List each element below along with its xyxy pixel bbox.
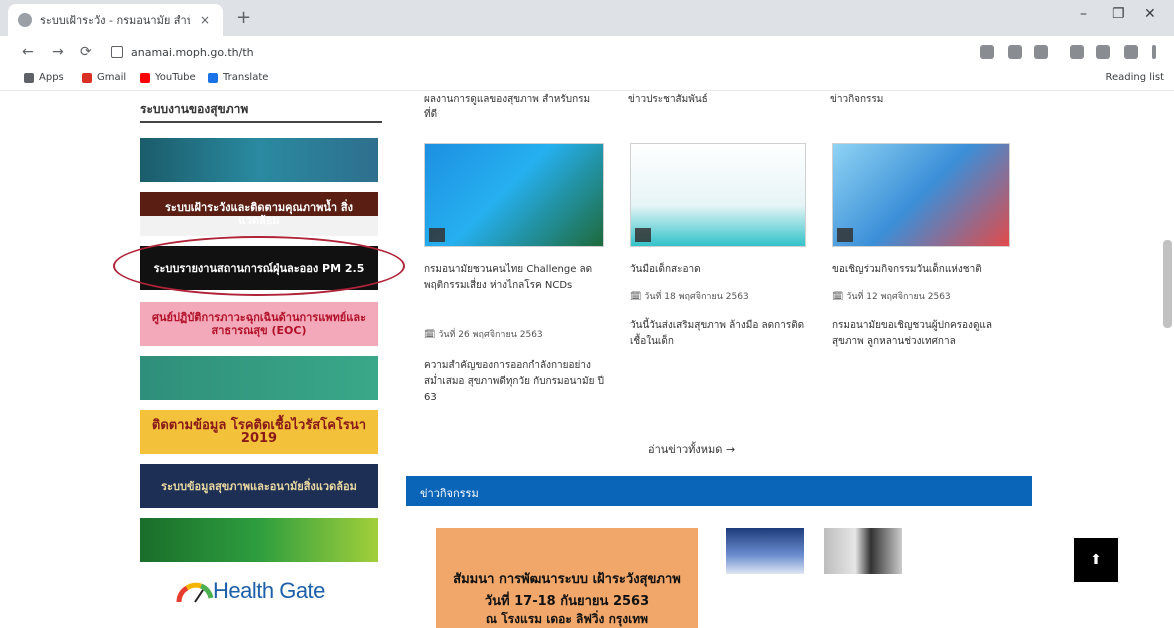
bookmark-gmail[interactable]: Gmail bbox=[82, 72, 126, 83]
sidebar-banner-6[interactable]: ติดตามข้อมูล โรคติดเชื้อไวรัสโคโรนา 2019 bbox=[140, 410, 378, 454]
gauge-icon bbox=[176, 582, 214, 603]
sidebar-banner-2[interactable]: ระบบเฝ้าระวังและติดตามคุณภาพน้ำ สิ่งแวดล… bbox=[140, 192, 378, 236]
sidebar-banner-8[interactable] bbox=[140, 518, 378, 562]
gmail-icon bbox=[82, 72, 92, 83]
news-excerpt: ความสำคัญของการออกกำลังกายอย่างสม่ำเสมอ … bbox=[424, 360, 604, 403]
sidebar-banner-7[interactable]: ระบบข้อมูลสุขภาพและอนามัยสิ่งแวดล้อม bbox=[140, 464, 378, 508]
lock-icon bbox=[111, 46, 123, 58]
forward-button[interactable]: → bbox=[52, 44, 64, 60]
sidebar-divider bbox=[140, 121, 382, 123]
translate-icon bbox=[208, 72, 218, 83]
page-scrollbar[interactable] bbox=[1163, 240, 1172, 328]
photo-caption: สัมมนา การพัฒนาระบบ เฝ้าระวังสุขภาพ bbox=[453, 572, 681, 587]
back-button[interactable]: ← bbox=[22, 44, 34, 60]
reading-list-button[interactable]: Reading list bbox=[1106, 72, 1164, 83]
read-more-link[interactable]: อ่านข่าวทั้งหมด → bbox=[648, 440, 735, 458]
puzzle-icon[interactable] bbox=[1096, 45, 1110, 59]
photo-caption: ณ โรงแรม เดอะ ลิฟวิ่ง กรุงเทพ bbox=[485, 612, 649, 626]
news-excerpt: กรมอนามัยขอเชิญชวนผู้ปกครองดูแลสุขภาพ ลู… bbox=[832, 320, 993, 347]
browser-toolbar: ← → ⟳ anamai.moph.go.th/th bbox=[0, 36, 1174, 68]
bookmark-translate[interactable]: Translate bbox=[208, 72, 268, 83]
video-play-icon bbox=[635, 228, 651, 242]
scroll-to-top-button[interactable]: ⬆ bbox=[1074, 538, 1118, 582]
sidebar-banner-5[interactable] bbox=[140, 356, 378, 400]
arrow-up-icon: ⬆ bbox=[1090, 552, 1102, 568]
news-date: 🗓 วันที่ 18 พฤศจิกายน 2563 bbox=[630, 292, 749, 302]
tab-title: ระบบเฝ้าระวัง - กรมอนามัย สำนักงาน bbox=[40, 14, 190, 27]
activity-photo-main[interactable]: สัมมนา การพัฒนาระบบ เฝ้าระวังสุขภาพ วันท… bbox=[436, 528, 698, 628]
activity-photo-thumb[interactable] bbox=[726, 528, 804, 574]
bookmarks-bar: Apps Gmail YouTube Translate Reading lis… bbox=[0, 68, 1174, 91]
extension-icon[interactable] bbox=[1070, 45, 1084, 59]
activity-photo-thumb[interactable] bbox=[824, 528, 902, 574]
section-title: ข่าวกิจกรรม bbox=[420, 487, 479, 500]
news-column-heading: ข่าวประชาสัมพันธ์ bbox=[628, 94, 708, 105]
section-header-bar: ข่าวกิจกรรม bbox=[406, 476, 1032, 506]
address-bar[interactable]: anamai.moph.go.th/th bbox=[105, 41, 945, 63]
sidebar-title: ระบบงานของสุขภาพ bbox=[140, 102, 249, 116]
news-date: 🗓 วันที่ 12 พฤศจิกายน 2563 bbox=[832, 292, 951, 302]
video-play-icon bbox=[837, 228, 853, 242]
maximize-button[interactable]: ❐ bbox=[1112, 6, 1125, 22]
translate-icon[interactable] bbox=[980, 45, 994, 59]
tab-close-icon[interactable]: × bbox=[200, 13, 210, 27]
reload-button[interactable]: ⟳ bbox=[80, 44, 92, 60]
news-thumbnail[interactable] bbox=[630, 143, 806, 247]
news-thumbnail[interactable] bbox=[832, 143, 1010, 247]
news-column-heading: ข่าวกิจกรรม bbox=[830, 94, 884, 105]
new-tab-button[interactable]: + bbox=[236, 9, 251, 27]
bookmark-apps[interactable]: Apps bbox=[24, 72, 64, 83]
news-title[interactable]: ขอเชิญร่วมกิจกรรมวันเด็กแห่งชาติ bbox=[832, 262, 1010, 278]
bookmark-star-icon[interactable] bbox=[1034, 45, 1048, 59]
sidebar-banner-3[interactable]: ระบบรายงานสถานการณ์ฝุ่นละออง PM 2.5 bbox=[140, 246, 378, 290]
news-title[interactable]: กรมอนามัยชวนคนไทย Challenge ลด พฤติกรรมเ… bbox=[424, 262, 604, 294]
news-thumbnail[interactable] bbox=[424, 143, 604, 247]
browser-tab[interactable]: ระบบเฝ้าระวัง - กรมอนามัย สำนักงาน × bbox=[8, 4, 223, 36]
url-text: anamai.moph.go.th/th bbox=[131, 45, 254, 59]
tab-favicon-icon bbox=[18, 13, 32, 27]
sidebar-banner-1[interactable] bbox=[140, 138, 378, 182]
profile-avatar[interactable] bbox=[1124, 45, 1138, 59]
news-column-heading: ผลงานการดูแลของสุขภาพ สำหรับกรม ที่ดี bbox=[424, 94, 591, 120]
news-title[interactable]: วันมือเด็กสะอาด bbox=[630, 262, 806, 278]
minimize-button[interactable]: – bbox=[1080, 6, 1087, 22]
apps-grid-icon bbox=[24, 72, 34, 83]
health-gate-logo[interactable]: Health Gate bbox=[175, 578, 325, 604]
sidebar-banner-4[interactable]: ศูนย์ปฏิบัติการภาวะฉุกเฉินด้านการแพทย์แล… bbox=[140, 302, 378, 346]
news-excerpt: วันนี้วันส่งเสริมสุขภาพ ล้างมือ ลดการติด… bbox=[630, 320, 805, 347]
extension-icon[interactable] bbox=[1008, 45, 1022, 59]
photo-caption: วันที่ 17-18 กันยายน 2563 bbox=[484, 594, 650, 609]
video-play-icon bbox=[429, 228, 445, 242]
kebab-menu-icon[interactable] bbox=[1152, 45, 1156, 59]
close-window-button[interactable]: ✕ bbox=[1144, 6, 1156, 22]
browser-tabbar: ระบบเฝ้าระวัง - กรมอนามัย สำนักงาน × + –… bbox=[0, 0, 1174, 36]
youtube-icon bbox=[140, 72, 150, 83]
bookmark-youtube[interactable]: YouTube bbox=[140, 72, 196, 83]
news-date: 🗓 วันที่ 26 พฤศจิกายน 2563 bbox=[424, 330, 543, 340]
